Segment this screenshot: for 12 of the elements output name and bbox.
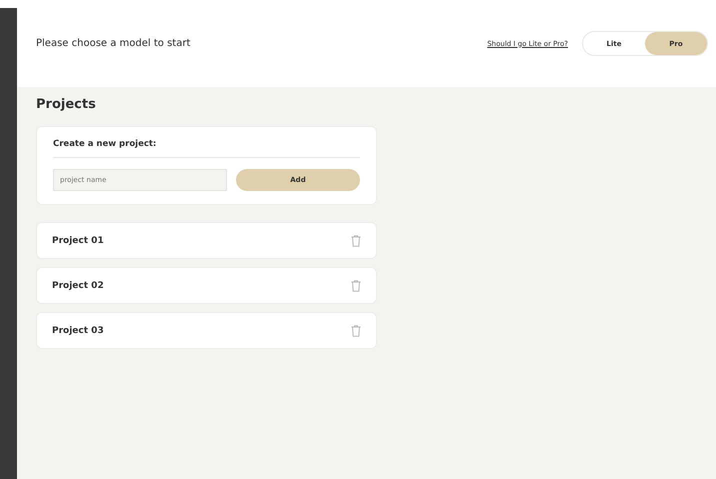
- section-title: Projects: [36, 97, 97, 112]
- project-name: Project 03: [52, 326, 104, 336]
- card-title: Create a new project:: [53, 139, 360, 158]
- project-name: Project 01: [52, 236, 104, 246]
- trash-icon[interactable]: [351, 280, 361, 292]
- trash-icon[interactable]: [351, 324, 361, 336]
- project-item[interactable]: Project 01: [36, 222, 377, 259]
- project-item[interactable]: Project 02: [36, 267, 377, 304]
- project-item[interactable]: Project 03: [36, 312, 377, 349]
- project-name: Project 02: [52, 280, 104, 290]
- trash-icon[interactable]: [351, 234, 361, 246]
- prompt-text: Please choose a model to start: [36, 38, 190, 49]
